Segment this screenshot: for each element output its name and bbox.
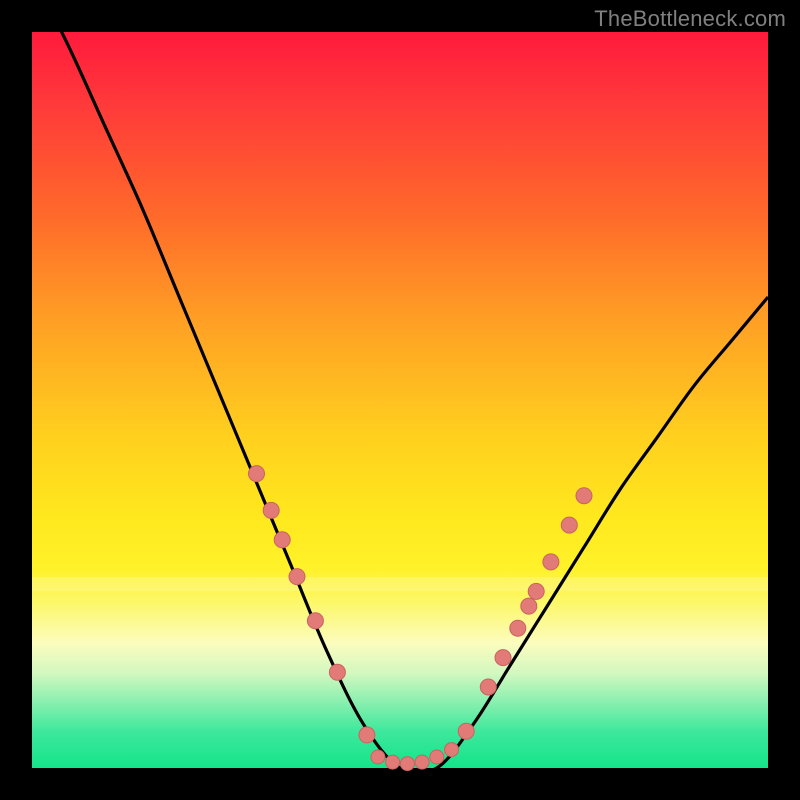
marker-bottom — [400, 757, 414, 771]
marker-left — [274, 532, 290, 548]
marker-left — [307, 613, 323, 629]
marker-left — [249, 466, 265, 482]
marker-bottom — [415, 755, 429, 769]
chart-canvas: TheBottleneck.com — [0, 0, 800, 800]
marker-right — [510, 620, 526, 636]
marker-bottom — [445, 743, 459, 757]
marker-right — [458, 723, 474, 739]
marker-left — [289, 569, 305, 585]
marker-bottom — [430, 750, 444, 764]
marker-right — [521, 598, 537, 614]
marker-right — [561, 517, 577, 533]
marker-bottom — [371, 750, 385, 764]
bottleneck-curve — [32, 0, 768, 774]
marker-right — [528, 583, 544, 599]
chart-svg — [32, 32, 768, 768]
curve-group — [32, 0, 768, 774]
marker-bottom — [386, 755, 400, 769]
marker-left — [359, 727, 375, 743]
marker-left — [263, 502, 279, 518]
marker-right — [495, 650, 511, 666]
marker-left — [329, 664, 345, 680]
marker-right — [576, 488, 592, 504]
marker-right — [480, 679, 496, 695]
marker-right — [543, 554, 559, 570]
watermark-text: TheBottleneck.com — [594, 6, 786, 32]
